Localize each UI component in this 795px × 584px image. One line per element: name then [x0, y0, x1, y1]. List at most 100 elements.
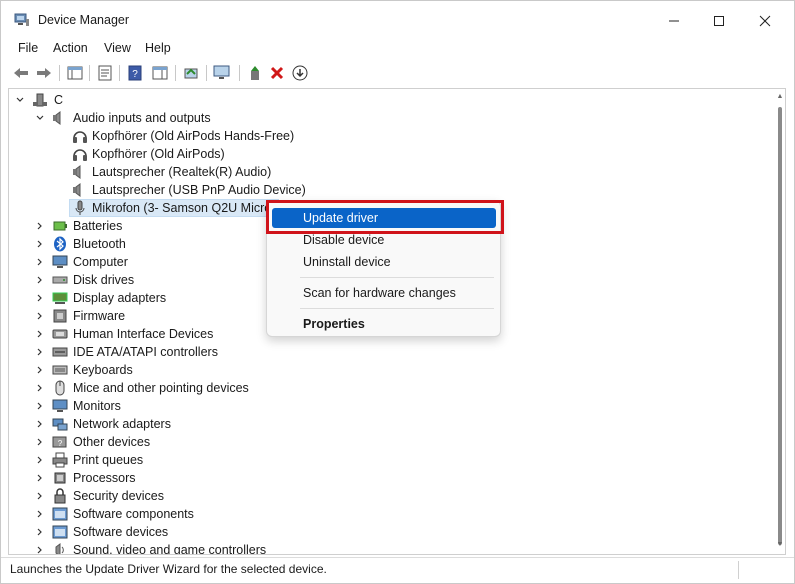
firmware-icon: [52, 308, 68, 324]
update-driver-icon[interactable]: [181, 63, 201, 83]
tree-category-processors[interactable]: Processors: [9, 469, 769, 487]
chevron-right-icon[interactable]: [34, 508, 46, 520]
menu-view[interactable]: View: [104, 41, 131, 55]
action-pane-icon[interactable]: [150, 63, 170, 83]
hid-icon: [52, 326, 68, 342]
bluetooth-icon: [52, 236, 68, 252]
sound-icon: [52, 542, 68, 554]
chevron-right-icon[interactable]: [34, 220, 46, 232]
display-adapter-icon: [52, 290, 68, 306]
vertical-scrollbar[interactable]: ▲ ▼: [775, 89, 785, 554]
tree-device-lautsprecher-usb-pnp-audio-device[interactable]: Lautsprecher (USB PnP Audio Device): [9, 181, 769, 199]
tree-category-print-queues[interactable]: Print queues: [9, 451, 769, 469]
chevron-right-icon[interactable]: [34, 526, 46, 538]
chevron-right-icon[interactable]: [34, 292, 46, 304]
tree-category-audio[interactable]: Audio inputs and outputs: [9, 109, 769, 127]
device-manager-window: Device Manager File Action View Help ? C…: [0, 0, 795, 584]
tree-device-kopfh-rer-old-airpods[interactable]: Kopfhörer (Old AirPods): [9, 145, 769, 163]
chevron-right-icon[interactable]: [34, 346, 46, 358]
show-hide-console-tree-icon[interactable]: [65, 63, 85, 83]
category-label: Bluetooth: [73, 237, 126, 251]
computer-icon: [52, 254, 68, 270]
chevron-down-icon[interactable]: [34, 112, 46, 124]
monitor-icon: [52, 398, 68, 414]
category-label: Software devices: [73, 525, 169, 539]
tree-category-monitors[interactable]: Monitors: [9, 397, 769, 415]
ctx-scan-hardware[interactable]: Scan for hardware changes: [272, 283, 496, 303]
minimize-button[interactable]: [651, 7, 697, 35]
chevron-down-icon[interactable]: [14, 94, 26, 106]
scan-hardware-icon[interactable]: [212, 63, 232, 83]
menu-help[interactable]: Help: [145, 41, 171, 55]
tree-category-software-devices[interactable]: Software devices: [9, 523, 769, 541]
tree-category-security-devices[interactable]: Security devices: [9, 487, 769, 505]
scroll-thumb[interactable]: [778, 107, 782, 545]
chevron-right-icon[interactable]: [34, 310, 46, 322]
category-label: Network adapters: [73, 417, 171, 431]
highlight-box: [266, 200, 504, 234]
chevron-right-icon[interactable]: [34, 544, 46, 554]
ctx-uninstall-device[interactable]: Uninstall device: [272, 252, 496, 272]
speaker-icon: [72, 164, 88, 180]
ctx-uninstall-device-label: Uninstall device: [303, 255, 391, 269]
chevron-right-icon[interactable]: [34, 454, 46, 466]
category-label: Computer: [73, 255, 128, 269]
add-legacy-hardware-icon[interactable]: [245, 63, 265, 83]
tree-category-mice-and-other-pointing-devices[interactable]: Mice and other pointing devices: [9, 379, 769, 397]
forward-icon[interactable]: [34, 63, 54, 83]
title-bar: Device Manager: [1, 1, 794, 39]
microphone-icon: [72, 200, 88, 216]
ctx-properties[interactable]: Properties: [272, 314, 496, 334]
close-button[interactable]: [742, 7, 788, 35]
chevron-right-icon[interactable]: [34, 238, 46, 250]
chevron-right-icon[interactable]: [34, 364, 46, 376]
chevron-right-icon[interactable]: [34, 436, 46, 448]
tree-category-sound-video-and-game-controllers[interactable]: Sound, video and game controllers: [9, 541, 769, 554]
menu-action[interactable]: Action: [53, 41, 88, 55]
category-label: Keyboards: [73, 363, 133, 377]
uninstall-icon[interactable]: [267, 63, 287, 83]
maximize-button[interactable]: [696, 7, 742, 35]
tree-category-software-components[interactable]: Software components: [9, 505, 769, 523]
speaker-icon: [72, 182, 88, 198]
device-label: Mikrofon (3- Samson Q2U Micro: [92, 201, 272, 215]
chevron-right-icon[interactable]: [34, 400, 46, 412]
tree-category-other-devices[interactable]: ? Other devices: [9, 433, 769, 451]
chevron-right-icon[interactable]: [34, 328, 46, 340]
menu-file[interactable]: File: [18, 41, 38, 55]
chevron-right-icon[interactable]: [34, 472, 46, 484]
status-text: Launches the Update Driver Wizard for th…: [10, 562, 327, 576]
chevron-right-icon[interactable]: [34, 256, 46, 268]
scroll-up-icon[interactable]: ▲: [776, 93, 784, 101]
chevron-right-icon[interactable]: [34, 490, 46, 502]
tree-category-ide-ata-atapi-controllers[interactable]: IDE ATA/ATAPI controllers: [9, 343, 769, 361]
help-icon[interactable]: ?: [125, 63, 145, 83]
audio-category-label: Audio inputs and outputs: [73, 111, 211, 125]
chevron-right-icon[interactable]: [34, 274, 46, 286]
ctx-properties-label: Properties: [303, 317, 365, 331]
tree-root[interactable]: C: [9, 91, 769, 109]
window-title: Device Manager: [38, 13, 130, 27]
tree-device-lautsprecher-realtek-r-audio[interactable]: Lautsprecher (Realtek(R) Audio): [9, 163, 769, 181]
ctx-separator: [300, 277, 494, 278]
svg-text:?: ?: [132, 69, 138, 80]
category-label: Monitors: [73, 399, 121, 413]
tree-category-keyboards[interactable]: Keyboards: [9, 361, 769, 379]
processor-icon: [52, 470, 68, 486]
back-icon[interactable]: [11, 63, 31, 83]
disk-drive-icon: [52, 272, 68, 288]
software-component-icon: [52, 506, 68, 522]
category-label: Software components: [73, 507, 194, 521]
chevron-right-icon[interactable]: [34, 382, 46, 394]
category-label: Human Interface Devices: [73, 327, 214, 341]
scroll-down-icon[interactable]: ▼: [776, 541, 784, 549]
category-label: Firmware: [73, 309, 126, 323]
properties-icon[interactable]: [95, 63, 115, 83]
tree-category-network-adapters[interactable]: Network adapters: [9, 415, 769, 433]
mouse-icon: [52, 380, 68, 396]
tree-device-kopfh-rer-old-airpods-hands-free[interactable]: Kopfhörer (Old AirPods Hands-Free): [9, 127, 769, 145]
chevron-right-icon[interactable]: [34, 418, 46, 430]
category-label: Batteries: [73, 219, 123, 233]
disable-icon[interactable]: [290, 63, 310, 83]
computer-icon: [32, 92, 48, 108]
